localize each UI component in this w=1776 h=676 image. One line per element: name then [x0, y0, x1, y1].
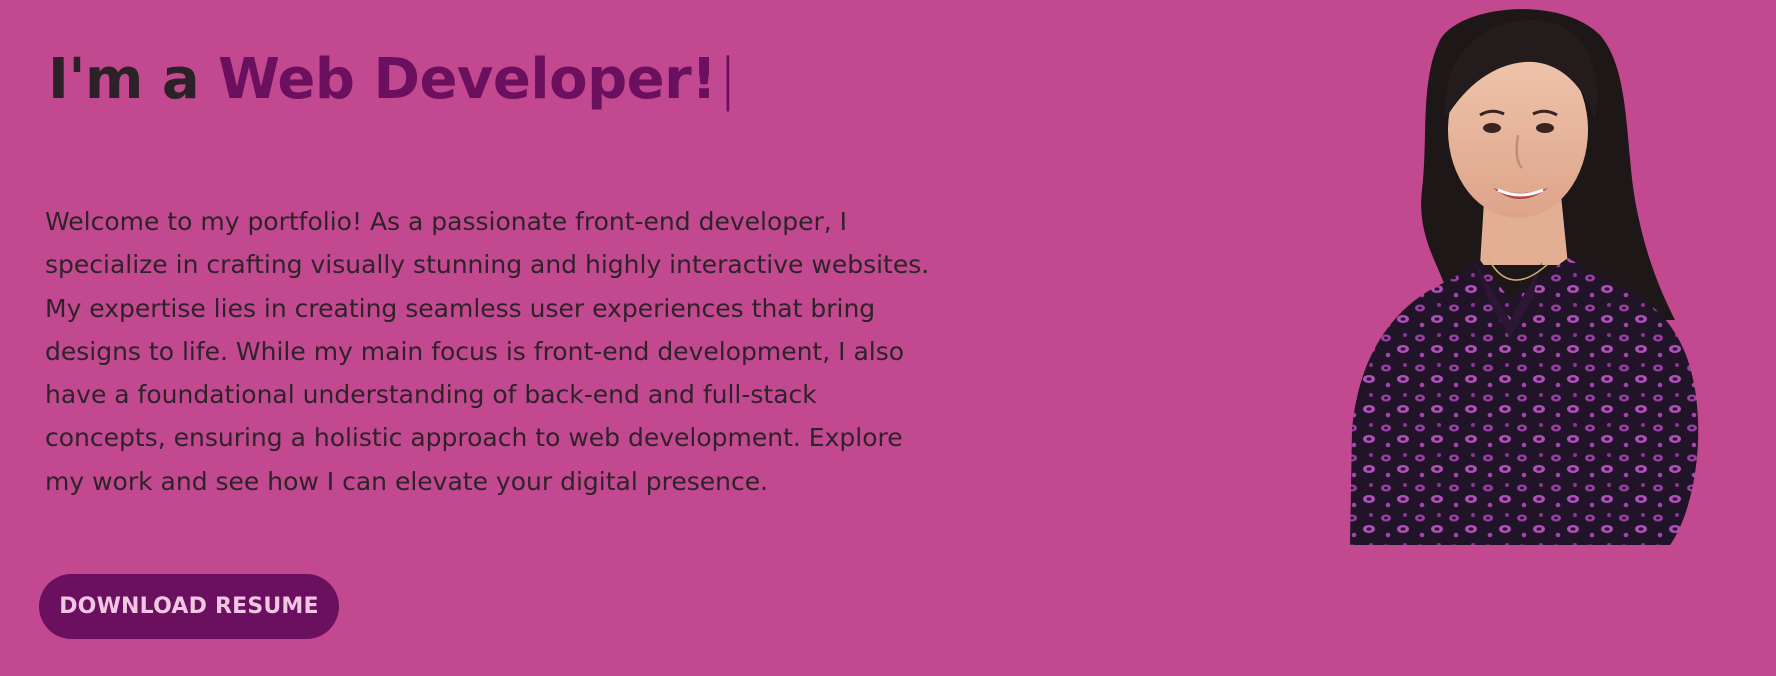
headline-role: Web Developer!: [218, 47, 717, 112]
intro-paragraph: Welcome to my portfolio! As a passionate…: [45, 207, 930, 496]
download-resume-button[interactable]: DOWNLOAD RESUME: [39, 574, 339, 639]
typing-cursor: |: [718, 47, 737, 112]
headline-prefix: I'm a: [48, 47, 200, 112]
hero-section: I'm a Web Developer!| Welcome to my port…: [0, 0, 1776, 676]
hero-headline: I'm a Web Developer!|: [48, 40, 737, 120]
profile-portrait: [1310, 0, 1700, 545]
